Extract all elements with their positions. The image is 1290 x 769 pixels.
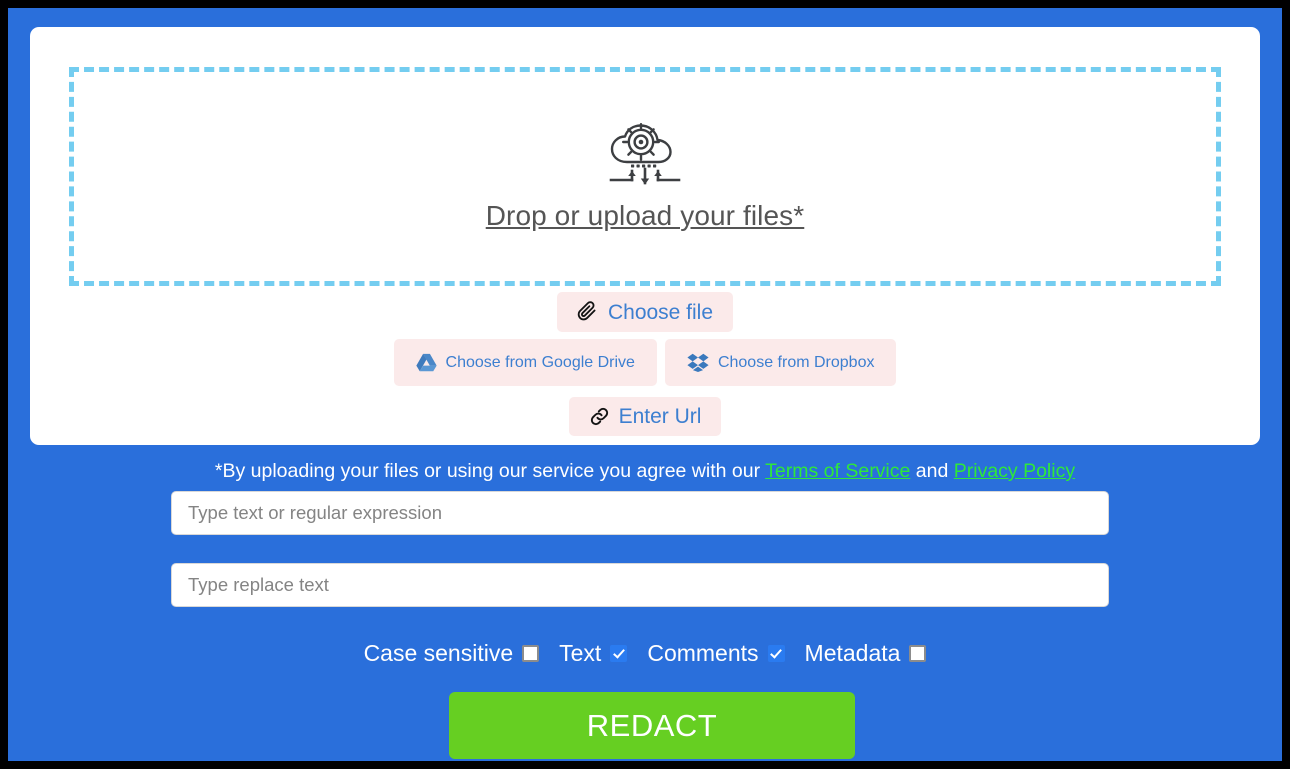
options-row: Case sensitive Text Comments Metadata — [8, 640, 1282, 667]
terms-of-service-link[interactable]: Terms of Service — [765, 460, 910, 482]
case-sensitive-checkbox[interactable] — [522, 645, 540, 662]
google-drive-button[interactable]: Choose from Google Drive — [393, 339, 657, 386]
comments-checkbox[interactable] — [767, 645, 785, 662]
dropbox-label: Choose from Dropbox — [717, 353, 875, 371]
redact-button[interactable]: REDACT — [449, 692, 855, 759]
option-comments-label: Comments — [647, 640, 759, 666]
text-checkbox[interactable] — [610, 645, 628, 662]
option-case-sensitive[interactable]: Case sensitive — [364, 640, 540, 667]
option-text[interactable]: Text — [559, 640, 628, 667]
enter-url-row: Enter Url — [30, 397, 1260, 436]
cloud-sources-row: Choose from Google Drive Choose from Dro… — [30, 339, 1260, 386]
upload-card: Drop or upload your files* Choose file C… — [30, 27, 1260, 445]
enter-url-button[interactable]: Enter Url — [568, 397, 722, 436]
paperclip-icon — [577, 301, 599, 323]
dropbox-button[interactable]: Choose from Dropbox — [664, 339, 897, 386]
privacy-policy-link[interactable]: Privacy Policy — [954, 460, 1075, 482]
terms-prefix: *By uploading your files or using our se… — [214, 460, 766, 482]
cloud-gear-upload-icon — [603, 122, 687, 200]
option-comments[interactable]: Comments — [647, 640, 785, 667]
app-frame: Drop or upload your files* Choose file C… — [8, 8, 1282, 761]
choose-file-button[interactable]: Choose file — [556, 292, 734, 332]
terms-conjunction: and — [910, 460, 954, 482]
replace-text-input[interactable] — [171, 563, 1109, 607]
metadata-checkbox[interactable] — [909, 645, 927, 662]
dropbox-icon — [687, 353, 709, 372]
dropzone-label: Drop or upload your files* — [485, 199, 805, 231]
link-icon — [589, 406, 610, 427]
option-text-label: Text — [559, 640, 602, 666]
option-case-sensitive-label: Case sensitive — [363, 640, 514, 666]
google-drive-label: Choose from Google Drive — [445, 353, 635, 371]
terms-disclaimer: *By uploading your files or using our se… — [8, 460, 1282, 483]
google-drive-icon — [415, 353, 437, 372]
option-metadata-label: Metadata — [804, 640, 901, 666]
option-metadata[interactable]: Metadata — [805, 640, 927, 667]
file-dropzone[interactable]: Drop or upload your files* — [69, 67, 1221, 286]
search-text-input[interactable] — [171, 491, 1109, 535]
enter-url-label: Enter Url — [618, 405, 702, 428]
choose-file-row: Choose file — [30, 292, 1260, 332]
choose-file-label: Choose file — [607, 300, 714, 324]
